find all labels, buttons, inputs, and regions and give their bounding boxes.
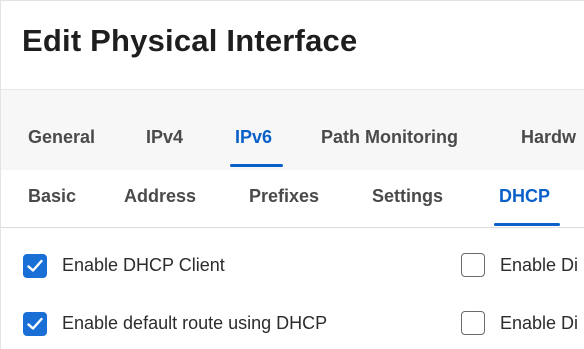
- dialog-header: Edit Physical Interface: [1, 1, 584, 90]
- tab-path-monitoring[interactable]: Path Monitoring: [321, 127, 458, 148]
- edit-interface-dialog: Edit Physical Interface General IPv4 IPv…: [0, 0, 584, 349]
- tab-general[interactable]: General: [28, 127, 95, 148]
- subtab-prefixes[interactable]: Prefixes: [249, 186, 319, 207]
- right-option-1-label: Enable Di: [500, 255, 579, 275]
- subtab-address[interactable]: Address: [124, 186, 196, 207]
- checkmark-icon: [27, 317, 43, 330]
- dialog-title: Edit Physical Interface: [22, 23, 358, 58]
- right-option-2-checkbox[interactable]: [461, 311, 485, 335]
- subtab-settings[interactable]: Settings: [372, 186, 443, 207]
- right-option-2-label: Enable Di: [500, 313, 579, 333]
- active-tab-indicator: [230, 164, 283, 167]
- checkmark-icon: [27, 259, 43, 272]
- enable-default-route-checkbox[interactable]: [23, 312, 47, 336]
- enable-dhcp-client-checkbox[interactable]: [23, 254, 47, 278]
- subtab-dhcp[interactable]: DHCP: [499, 186, 550, 207]
- enable-default-route-label: Enable default route using DHCP: [62, 313, 328, 333]
- active-subtab-indicator: [494, 223, 560, 226]
- tab-hardware[interactable]: Hardw: [521, 127, 576, 148]
- right-option-1-checkbox[interactable]: [461, 253, 485, 277]
- subtab-basic[interactable]: Basic: [28, 186, 76, 207]
- enable-dhcp-client-label: Enable DHCP Client: [62, 255, 225, 275]
- tab-ipv4[interactable]: IPv4: [146, 127, 183, 148]
- tab-ipv6[interactable]: IPv6: [235, 127, 272, 148]
